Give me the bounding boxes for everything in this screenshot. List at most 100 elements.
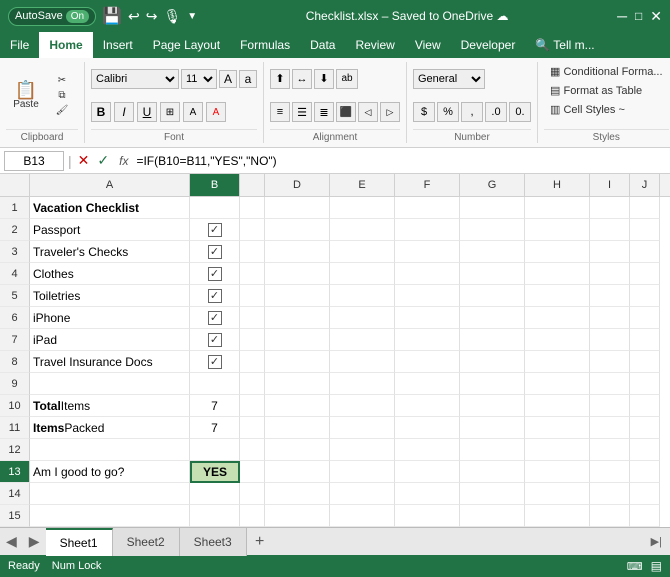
cell-g2[interactable]	[460, 219, 525, 241]
checkbox-b7[interactable]	[208, 333, 222, 347]
cell-i5[interactable]	[590, 285, 630, 307]
cell-d7[interactable]	[265, 329, 330, 351]
col-header-h[interactable]: H	[525, 174, 590, 196]
border-button[interactable]: ⊞	[160, 102, 180, 122]
font-color-button[interactable]: A	[206, 102, 226, 122]
cell-a12[interactable]	[30, 439, 190, 461]
merge-center-button[interactable]: ⬛	[336, 102, 356, 122]
cell-d3[interactable]	[265, 241, 330, 263]
formula-cancel-button[interactable]: ✕	[76, 152, 92, 169]
align-top-button[interactable]: ⬆	[270, 69, 290, 89]
cell-f3[interactable]	[395, 241, 460, 263]
cell-h4[interactable]	[525, 263, 590, 285]
cell-f11[interactable]	[395, 417, 460, 439]
cell-f6[interactable]	[395, 307, 460, 329]
menu-page-layout[interactable]: Page Layout	[143, 32, 230, 58]
cell-a3[interactable]: Traveler's Checks	[30, 241, 190, 263]
col-header-i[interactable]: I	[590, 174, 630, 196]
format-painter-button[interactable]: 🖌	[46, 103, 78, 118]
cell-j7[interactable]	[630, 329, 660, 351]
cell-h12[interactable]	[525, 439, 590, 461]
cell-g12[interactable]	[460, 439, 525, 461]
cell-h14[interactable]	[525, 483, 590, 505]
checkbox-b3[interactable]	[208, 245, 222, 259]
sheet-tab-sheet2[interactable]: Sheet2	[113, 528, 180, 556]
cell-d8[interactable]	[265, 351, 330, 373]
autosave-badge[interactable]: AutoSave On	[8, 7, 96, 26]
cell-d6[interactable]	[265, 307, 330, 329]
cell-i6[interactable]	[590, 307, 630, 329]
cell-d11[interactable]	[265, 417, 330, 439]
cell-i9[interactable]	[590, 373, 630, 395]
cell-a5[interactable]: Toiletries	[30, 285, 190, 307]
cell-a13[interactable]: Am I good to go?	[30, 461, 190, 483]
cell-e2[interactable]	[330, 219, 395, 241]
cell-c3[interactable]	[240, 241, 265, 263]
cell-j5[interactable]	[630, 285, 660, 307]
menu-formulas[interactable]: Formulas	[230, 32, 300, 58]
cell-j14[interactable]	[630, 483, 660, 505]
cell-c6[interactable]	[240, 307, 265, 329]
cell-j11[interactable]	[630, 417, 660, 439]
cell-g14[interactable]	[460, 483, 525, 505]
cell-h10[interactable]	[525, 395, 590, 417]
row-header-11[interactable]: 11	[0, 417, 30, 439]
cell-j10[interactable]	[630, 395, 660, 417]
cell-i15[interactable]	[590, 505, 630, 527]
select-all-button[interactable]	[0, 174, 30, 196]
col-header-e[interactable]: E	[330, 174, 395, 196]
cell-c15[interactable]	[240, 505, 265, 527]
cell-b5[interactable]	[190, 285, 240, 307]
align-bottom-button[interactable]: ⬇	[314, 69, 334, 89]
cell-j6[interactable]	[630, 307, 660, 329]
cell-e8[interactable]	[330, 351, 395, 373]
cell-e4[interactable]	[330, 263, 395, 285]
col-header-g[interactable]: G	[460, 174, 525, 196]
font-size-increase[interactable]: A	[219, 70, 237, 88]
cell-c14[interactable]	[240, 483, 265, 505]
cell-g1[interactable]	[460, 197, 525, 219]
menu-data[interactable]: Data	[300, 32, 345, 58]
cell-g7[interactable]	[460, 329, 525, 351]
cell-g9[interactable]	[460, 373, 525, 395]
cell-f12[interactable]	[395, 439, 460, 461]
cell-a11[interactable]: Items Packed	[30, 417, 190, 439]
cell-a14[interactable]	[30, 483, 190, 505]
cell-j9[interactable]	[630, 373, 660, 395]
cell-c9[interactable]	[240, 373, 265, 395]
cell-b12[interactable]	[190, 439, 240, 461]
cell-c13[interactable]	[240, 461, 265, 483]
close-icon[interactable]: ✕	[650, 8, 662, 25]
menu-view[interactable]: View	[405, 32, 451, 58]
cell-e12[interactable]	[330, 439, 395, 461]
cell-f7[interactable]	[395, 329, 460, 351]
cell-f2[interactable]	[395, 219, 460, 241]
decrease-decimal-button[interactable]: 0.	[509, 102, 531, 122]
cell-f14[interactable]	[395, 483, 460, 505]
cell-b13[interactable]: YES	[190, 461, 240, 483]
cell-e11[interactable]	[330, 417, 395, 439]
italic-button[interactable]: I	[114, 102, 134, 122]
cell-i8[interactable]	[590, 351, 630, 373]
cell-f9[interactable]	[395, 373, 460, 395]
formula-confirm-button[interactable]: ✓	[95, 152, 111, 169]
menu-developer[interactable]: Developer	[451, 32, 526, 58]
row-header-6[interactable]: 6	[0, 307, 30, 329]
copy-button[interactable]: ⧉	[46, 88, 78, 103]
cell-g3[interactable]	[460, 241, 525, 263]
cell-j15[interactable]	[630, 505, 660, 527]
row-header-3[interactable]: 3	[0, 241, 30, 263]
cell-h6[interactable]	[525, 307, 590, 329]
cell-b1[interactable]	[190, 197, 240, 219]
cell-i1[interactable]	[590, 197, 630, 219]
cell-a1[interactable]: Vacation Checklist	[30, 197, 190, 219]
cell-h7[interactable]	[525, 329, 590, 351]
cell-h3[interactable]	[525, 241, 590, 263]
cell-e9[interactable]	[330, 373, 395, 395]
cell-i3[interactable]	[590, 241, 630, 263]
cell-e5[interactable]	[330, 285, 395, 307]
cell-b11[interactable]: 7	[190, 417, 240, 439]
checkbox-b2[interactable]	[208, 223, 222, 237]
menu-home[interactable]: Home	[39, 32, 92, 58]
cell-e13[interactable]	[330, 461, 395, 483]
